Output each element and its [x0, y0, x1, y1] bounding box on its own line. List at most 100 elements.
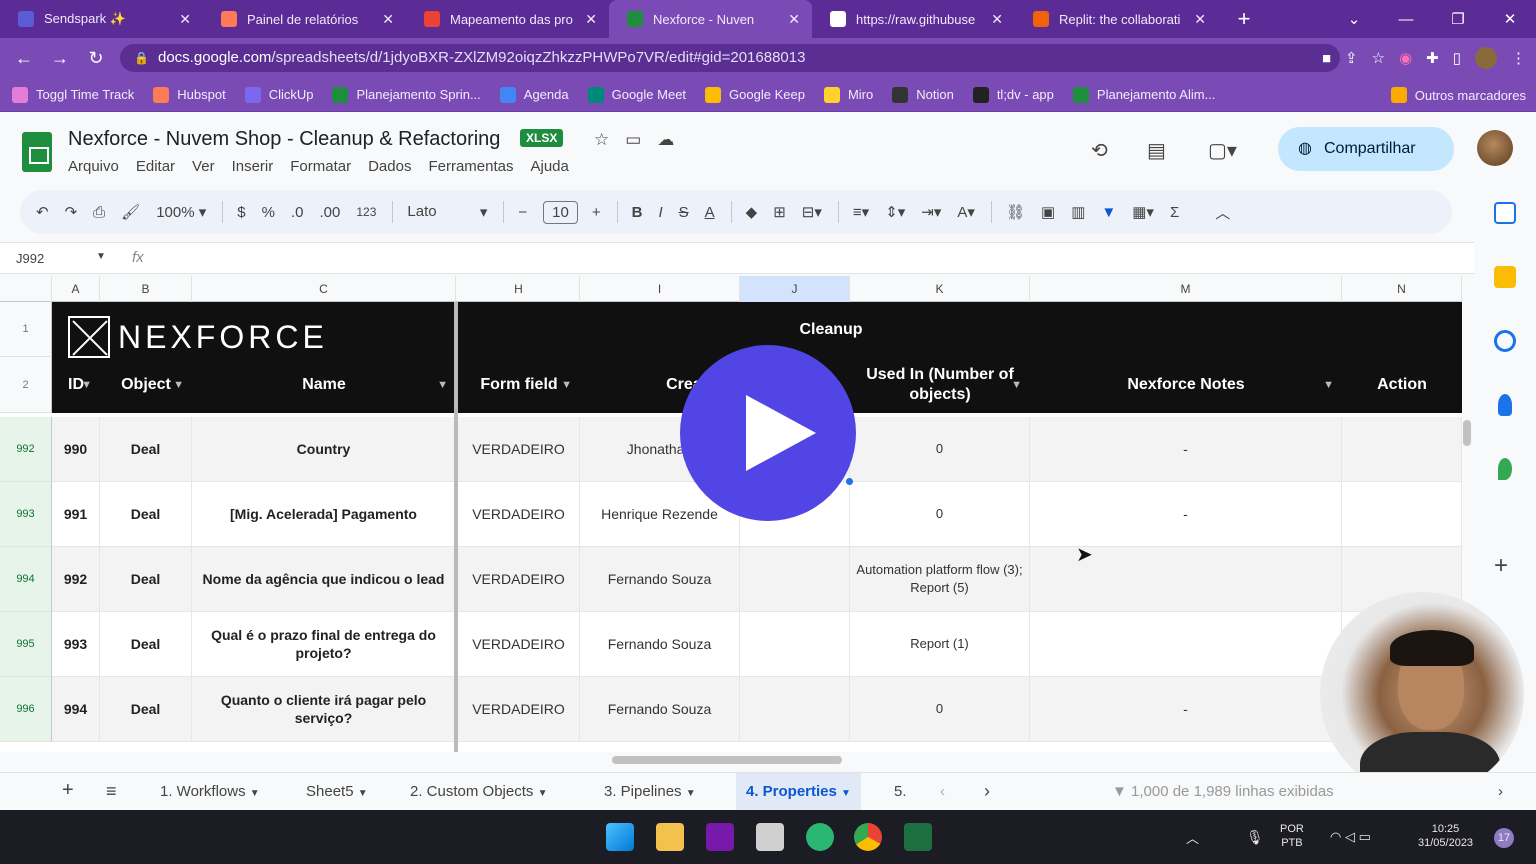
- sheets-logo-icon[interactable]: [22, 132, 52, 172]
- chevron-down-icon[interactable]: ▼: [841, 788, 851, 799]
- explore-arrow-icon[interactable]: ›: [1498, 783, 1503, 800]
- add-addon-icon[interactable]: +: [1494, 552, 1508, 580]
- cloud-status-icon[interactable]: ☁: [657, 130, 674, 150]
- font-size-input[interactable]: 10: [543, 200, 578, 224]
- browser-tab[interactable]: https://raw.githubuse ✕: [812, 0, 1015, 38]
- cell-object[interactable]: Deal: [100, 417, 192, 482]
- cell-object[interactable]: Deal: [100, 677, 192, 742]
- vertical-scrollbar[interactable]: [1463, 420, 1471, 446]
- cell-id[interactable]: 991: [52, 482, 100, 547]
- cell-notes[interactable]: -: [1030, 482, 1342, 547]
- menu-item[interactable]: Dados: [368, 158, 411, 175]
- row-number[interactable]: 2: [0, 357, 52, 413]
- tasks-icon[interactable]: [1494, 330, 1516, 352]
- cell-name[interactable]: Country: [192, 417, 456, 482]
- excel-icon[interactable]: [904, 823, 932, 851]
- document-title[interactable]: Nexforce - Nuvem Shop - Cleanup & Refact…: [68, 128, 500, 151]
- bold-icon[interactable]: B: [632, 204, 643, 221]
- calendar-icon[interactable]: [1494, 202, 1516, 224]
- profile-avatar[interactable]: [1475, 47, 1497, 69]
- contacts-icon[interactable]: [1498, 394, 1512, 416]
- tray-chevron-icon[interactable]: ︿: [1186, 832, 1199, 846]
- microphone-icon[interactable]: 🎙: [1246, 830, 1264, 844]
- cell-empty[interactable]: [1342, 482, 1462, 547]
- column-header-a[interactable]: A: [52, 276, 100, 302]
- cell-empty[interactable]: [740, 612, 850, 677]
- cell-empty[interactable]: [740, 677, 850, 742]
- snipping-tool-icon[interactable]: [756, 823, 784, 851]
- filter-dropdown-icon[interactable]: ▼: [437, 375, 448, 395]
- cell-id[interactable]: 993: [52, 612, 100, 677]
- cell-empty[interactable]: [740, 547, 850, 612]
- strikethrough-icon[interactable]: S: [679, 204, 689, 221]
- close-tab-icon[interactable]: ✕: [382, 11, 394, 28]
- browser-tab[interactable]: Nexforce - Nuven ✕: [609, 0, 812, 38]
- column-header-n[interactable]: N: [1342, 276, 1462, 302]
- text-rotation-icon[interactable]: A▾: [957, 203, 975, 221]
- other-bookmarks[interactable]: Outros marcadores: [1390, 78, 1526, 112]
- column-header-h[interactable]: H: [458, 276, 580, 302]
- filter-dropdown-icon[interactable]: ▼: [561, 375, 572, 395]
- chevron-down-icon[interactable]: ▼: [686, 788, 696, 799]
- sheet-tab[interactable]: Sheet5 ▼: [306, 783, 368, 800]
- font-select[interactable]: Lato ▾: [407, 203, 487, 221]
- cell-name[interactable]: Qual é o prazo final de entrega do proje…: [192, 612, 456, 677]
- column-header-m[interactable]: M: [1030, 276, 1342, 302]
- video-play-button[interactable]: [680, 345, 856, 521]
- number-format-button[interactable]: 123: [356, 205, 376, 219]
- sheet-tab[interactable]: 5.: [894, 783, 907, 800]
- close-tab-icon[interactable]: ✕: [1194, 11, 1206, 28]
- close-window-button[interactable]: ✕: [1484, 10, 1536, 28]
- wifi-volume-battery-icons[interactable]: ◠ ◁ ▭: [1330, 830, 1371, 844]
- cell-notes[interactable]: -: [1030, 417, 1342, 482]
- star-icon[interactable]: ☆: [594, 130, 609, 150]
- close-tab-icon[interactable]: ✕: [585, 11, 597, 28]
- filter-views-icon[interactable]: ▦▾: [1132, 203, 1154, 221]
- keep-icon[interactable]: [1494, 266, 1516, 288]
- puzzle-icon[interactable]: ✚: [1426, 49, 1439, 67]
- column-header-b[interactable]: B: [100, 276, 192, 302]
- increase-decimal-button[interactable]: .00: [320, 204, 341, 221]
- frozen-column-divider[interactable]: [454, 302, 458, 752]
- undo-icon[interactable]: ↶: [36, 203, 49, 221]
- bookmark-item[interactable]: tl;dv - app: [972, 86, 1054, 103]
- browser-tab[interactable]: Painel de relatórios ✕: [203, 0, 406, 38]
- forward-button[interactable]: →: [42, 48, 78, 69]
- decrease-font-size-button[interactable]: −: [518, 204, 527, 221]
- browser-tab[interactable]: Mapeamento das pro ✕: [406, 0, 609, 38]
- functions-icon[interactable]: Σ: [1170, 204, 1179, 221]
- name-box[interactable]: J992: [16, 251, 44, 266]
- increase-font-size-button[interactable]: +: [592, 204, 601, 221]
- reload-button[interactable]: ↻: [78, 48, 114, 69]
- add-sheet-button[interactable]: +: [62, 779, 74, 802]
- url-input[interactable]: 🔒 docs.google.com/spreadsheets/d/1jdyoBX…: [120, 44, 1340, 72]
- filter-dropdown-icon[interactable]: ▼: [173, 375, 184, 395]
- bookmark-item[interactable]: Planejamento Alim...: [1072, 86, 1215, 103]
- fill-color-icon[interactable]: ◆: [746, 203, 758, 221]
- history-icon[interactable]: ⟲: [1091, 138, 1108, 163]
- cell-form_field[interactable]: VERDADEIRO: [458, 547, 580, 612]
- browser-tab[interactable]: Sendspark ✨ ✕: [0, 0, 203, 38]
- meet-icon[interactable]: ▢▾: [1208, 138, 1237, 163]
- column-header-k[interactable]: K: [850, 276, 1030, 302]
- horizontal-scrollbar[interactable]: [612, 756, 842, 764]
- bookmark-item[interactable]: Toggl Time Track: [12, 86, 134, 103]
- cell-used_in[interactable]: 0: [850, 417, 1030, 482]
- cell-name[interactable]: Quanto o cliente irá pagar pelo serviço?: [192, 677, 456, 742]
- bookmark-item[interactable]: Google Keep: [705, 86, 805, 103]
- bookmark-item[interactable]: Agenda: [499, 86, 569, 103]
- close-tab-icon[interactable]: ✕: [788, 11, 800, 28]
- row-number[interactable]: 992: [0, 417, 52, 482]
- row-number[interactable]: 993: [0, 482, 52, 547]
- borders-icon[interactable]: ⊞: [773, 203, 786, 221]
- row-number[interactable]: 994: [0, 547, 52, 612]
- sheet-tab[interactable]: 1. Workflows ▼: [160, 783, 260, 800]
- redo-icon[interactable]: ↷: [65, 203, 78, 221]
- vertical-align-icon[interactable]: ⇕▾: [885, 203, 905, 221]
- italic-icon[interactable]: I: [658, 204, 662, 221]
- close-tab-icon[interactable]: ✕: [991, 11, 1003, 28]
- share-page-icon[interactable]: ⇪: [1345, 49, 1358, 67]
- row-number[interactable]: 995: [0, 612, 52, 677]
- column-header-i[interactable]: I: [580, 276, 740, 302]
- sheet-tab[interactable]: 2. Custom Objects ▼: [410, 783, 547, 800]
